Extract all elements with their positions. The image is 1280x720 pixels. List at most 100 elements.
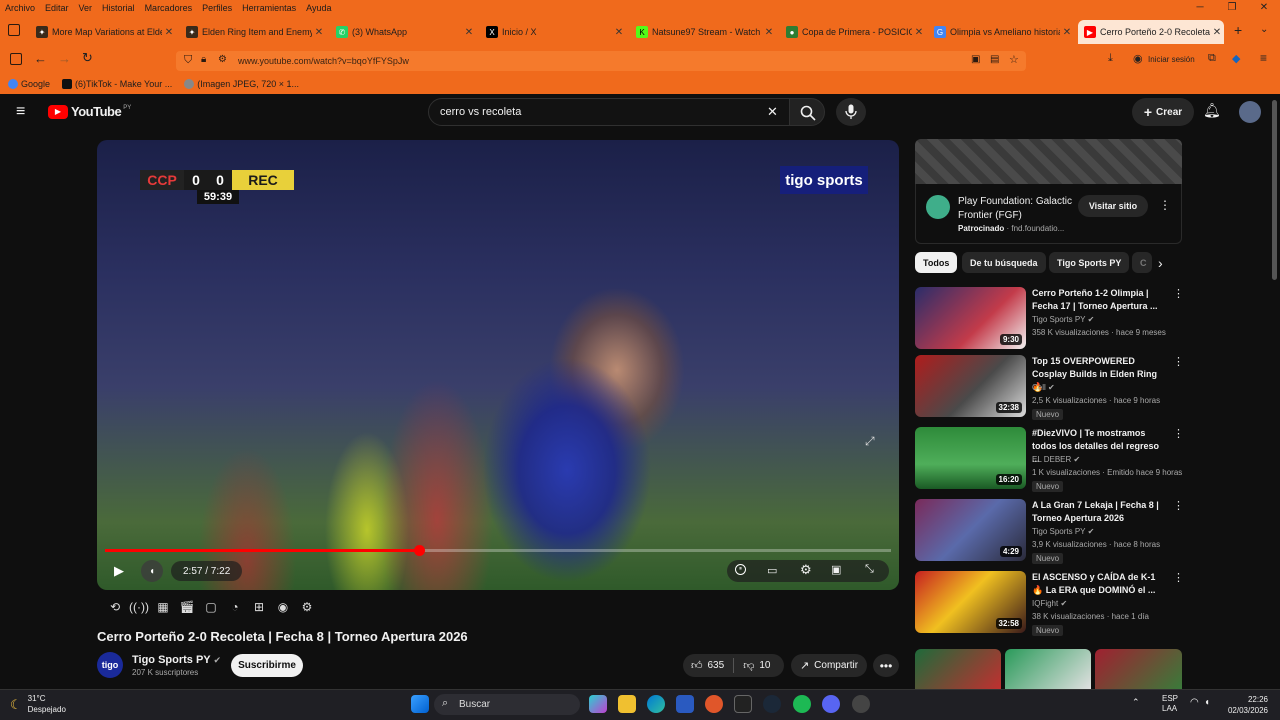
pause-toggle-icon[interactable]: ⏸ <box>735 564 746 575</box>
search-input[interactable]: cerro vs recoleta ✕ <box>428 98 790 126</box>
close-tab-icon[interactable]: ✕ <box>612 27 626 38</box>
tab-3[interactable]: X Inicio / X ✕ <box>480 20 626 44</box>
wifi-icon[interactable]: ◠ <box>1190 697 1199 708</box>
speaker-icon[interactable]: ◖ <box>1204 697 1210 708</box>
frame-icon[interactable]: ▢ <box>199 598 223 616</box>
youtube-logo[interactable]: ▶ YouTube PY <box>48 104 131 119</box>
bookmark-tiktok[interactable]: (6)TikTok - Make Your ... <box>62 79 172 89</box>
taskbar-clock[interactable]: 22:26 02/03/2026 <box>1222 694 1268 716</box>
channel-name[interactable]: Tigo Sports PY ✔ <box>132 654 221 666</box>
edge-icon[interactable] <box>647 695 665 713</box>
screenshot-icon[interactable]: ◉ <box>271 598 295 616</box>
menu-herramientas[interactable]: Herramientas <box>237 3 301 13</box>
search-button[interactable] <box>789 98 825 126</box>
video-thumbnail[interactable]: 4:29 <box>915 499 1026 561</box>
weather-widget[interactable]: ☾ 31°C Despejado <box>10 693 66 715</box>
voice-search-button[interactable] <box>836 98 866 126</box>
play-icon[interactable]: ▶ <box>109 561 129 581</box>
firefox-icon[interactable] <box>705 695 723 713</box>
ad-logo[interactable] <box>926 195 950 219</box>
hamburger-menu-icon[interactable]: ≡ <box>16 103 25 121</box>
back-icon[interactable]: ← <box>34 51 47 66</box>
tab-6[interactable]: G Olimpia vs Ameliano historial - ✕ <box>928 20 1074 44</box>
rec-channel[interactable]: IQFight <box>1032 599 1058 608</box>
tab-1[interactable]: ✦ Elden Ring Item and Enemy Ran✕ <box>180 20 326 44</box>
tab-overview-icon[interactable] <box>8 24 20 36</box>
visit-site-button[interactable]: Visitar sitio <box>1078 195 1148 217</box>
ad-more-icon[interactable]: ⋮ <box>1159 198 1171 212</box>
maximize-icon[interactable]: ❐ <box>1216 0 1248 16</box>
loop-icon[interactable]: ⟲ <box>103 598 127 616</box>
account-icon[interactable]: ◉ <box>1133 52 1143 65</box>
close-tab-icon[interactable]: ✕ <box>162 27 176 38</box>
language-indicator[interactable]: ESP LAA <box>1162 694 1178 714</box>
close-tab-icon[interactable]: ✕ <box>1060 27 1074 38</box>
close-tab-icon[interactable]: ✕ <box>462 27 476 38</box>
shield-icon[interactable]: ⛉ <box>184 54 192 67</box>
menu-marcadores[interactable]: Marcadores <box>140 3 198 13</box>
fullscreen-icon[interactable]: ⤡ <box>865 563 874 576</box>
video-thumbnail[interactable] <box>1005 649 1091 689</box>
extension-icon[interactable]: ◆ <box>1232 52 1240 65</box>
bookmark-image[interactable]: (Imagen JPEG, 720 × 1... <box>184 79 299 89</box>
more-options-icon[interactable]: ⋮ <box>1173 571 1184 584</box>
spotify-icon[interactable] <box>793 695 811 713</box>
extensions-icon[interactable]: ⧉ <box>1208 52 1216 65</box>
more-options-icon[interactable]: ⋮ <box>1173 287 1184 300</box>
settings-icon[interactable]: ⚙ <box>800 562 812 578</box>
crop-icon[interactable]: ⊞ <box>247 598 271 616</box>
tab-5[interactable]: ● Copa de Primera - POSICIONES✕ <box>780 20 926 44</box>
list-item[interactable]: 9:30 Cerro Porteño 1-2 Olimpia | Fecha 1… <box>915 287 1184 353</box>
menu-ver[interactable]: Ver <box>74 3 98 13</box>
copilot-icon[interactable] <box>589 695 607 713</box>
sidebar-icon[interactable] <box>10 53 22 65</box>
channel-avatar[interactable]: tigo <box>97 652 123 678</box>
avatar[interactable] <box>1239 101 1261 123</box>
tab-0[interactable]: ✦ More Map Variations at Elden R✕ <box>30 20 176 44</box>
menu-perfiles[interactable]: Perfiles <box>197 3 237 13</box>
list-item[interactable]: 16:20 #DiezVIVO | Te mostramos todos los… <box>915 427 1184 493</box>
chevron-right-icon[interactable]: › <box>1158 255 1163 271</box>
discord-icon[interactable] <box>822 695 840 713</box>
list-item[interactable]: 4:29 A La Gran 7 Lekaja | Fecha 8 | Torn… <box>915 499 1184 565</box>
rec-channel[interactable]: Tigo Sports PY <box>1032 315 1085 324</box>
obs-icon[interactable] <box>852 695 870 713</box>
like-count[interactable]: 635 <box>708 660 725 671</box>
tab-7[interactable]: ▶ Cerro Porteño 2-0 Recoleta | Fe✕ <box>1078 20 1224 44</box>
dislike-icon[interactable]: 👎︎ <box>743 659 754 672</box>
signin-label[interactable]: Iniciar sesión <box>1148 55 1195 64</box>
app-menu-icon[interactable]: ≡ <box>1260 51 1267 65</box>
volume-icon[interactable]: ◖ <box>141 560 163 582</box>
picture-icon[interactable]: ▣ <box>971 54 980 65</box>
reader-icon[interactable]: ▤ <box>990 54 999 65</box>
steam-icon[interactable] <box>763 695 781 713</box>
chip-todos[interactable]: Todos <box>915 252 958 273</box>
scrollbar[interactable] <box>1272 100 1277 280</box>
menu-editar[interactable]: Editar <box>40 3 74 13</box>
create-button[interactable]: + Crear <box>1132 98 1194 126</box>
rec-channel[interactable]: Tigo Sports PY <box>1032 527 1085 536</box>
bookmark-google[interactable]: Google <box>8 79 50 89</box>
video-thumbnail[interactable]: 16:20 <box>915 427 1026 489</box>
clapper-icon[interactable]: 🎬︎ <box>175 598 199 616</box>
close-window-icon[interactable]: ✕ <box>1248 0 1280 16</box>
rec-title[interactable]: El ASCENSO y CAÍDA de K-1 🔥 La ERA que D… <box>1032 571 1168 597</box>
camera-icon[interactable]: ▦ <box>151 598 175 616</box>
chip-truncated[interactable]: C <box>1132 252 1152 273</box>
epic-games-icon[interactable] <box>734 695 752 713</box>
list-item[interactable]: 32:58 El ASCENSO y CAÍDA de K-1 🔥 La ERA… <box>915 571 1184 637</box>
file-explorer-icon[interactable] <box>618 695 636 713</box>
ad-banner-image[interactable] <box>915 139 1182 184</box>
menu-archivo[interactable]: Archivo <box>0 3 40 13</box>
rec-channel[interactable]: EL DEBER <box>1032 455 1071 464</box>
reload-icon[interactable]: ↻ <box>82 50 93 66</box>
bookmark-star-icon[interactable]: ☆ <box>1009 53 1019 66</box>
tray-chevron-icon[interactable]: ⌃ <box>1132 697 1140 708</box>
dislike-count[interactable]: 10 <box>759 660 770 671</box>
gear-icon[interactable]: ⚙ <box>295 598 319 616</box>
like-icon[interactable]: 👍︎ <box>691 659 703 672</box>
video-thumbnail[interactable] <box>1095 649 1182 689</box>
audio-icon[interactable]: ((·)) <box>127 598 151 616</box>
permissions-icon[interactable]: ⚙ <box>218 54 227 65</box>
menu-ayuda[interactable]: Ayuda <box>301 3 336 13</box>
